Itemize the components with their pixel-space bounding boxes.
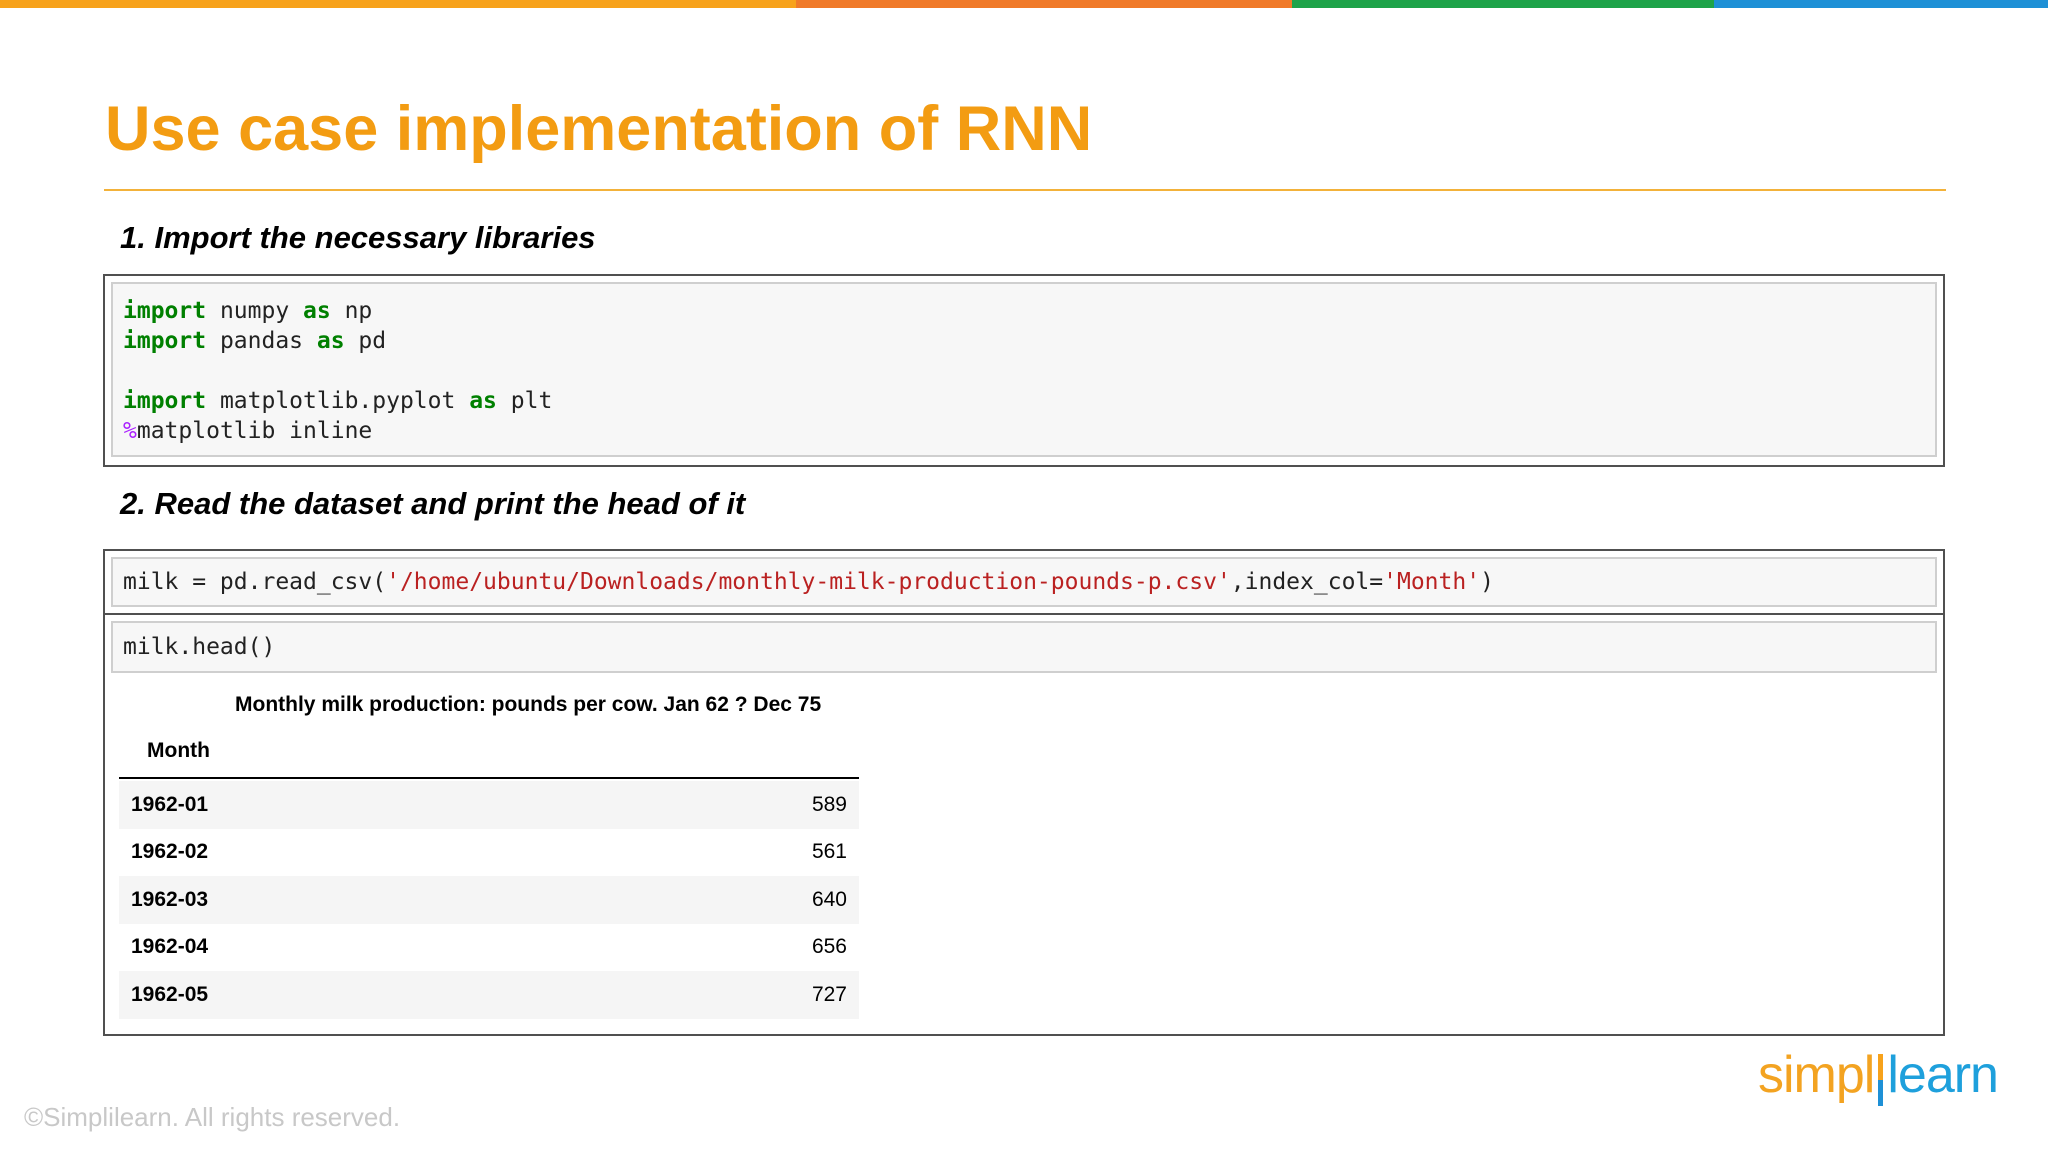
code-text: milk = pd.read_csv( xyxy=(123,569,387,595)
code-line: %matplotlib inline xyxy=(123,416,1925,446)
blank-code-line xyxy=(123,356,1925,386)
color-bar-segment-green xyxy=(1292,0,1714,8)
row-index: 1962-01 xyxy=(131,792,209,816)
import-cell: import numpy as np import pandas as pd i… xyxy=(103,274,1945,467)
row-index: 1962-04 xyxy=(131,935,209,959)
row-value: 727 xyxy=(811,982,847,1006)
string-literal: 'Month' xyxy=(1383,569,1481,595)
color-bar-segment-dark-orange xyxy=(796,0,1292,8)
row-value: 656 xyxy=(811,935,847,959)
row-index: 1962-02 xyxy=(131,840,209,864)
code-text: matplotlib.pyplot xyxy=(206,388,470,414)
import-code-block[interactable]: import numpy as np import pandas as pd i… xyxy=(111,282,1937,457)
logo-bar-top xyxy=(1878,1054,1884,1080)
keyword: import xyxy=(123,388,207,414)
code-line: import numpy as np xyxy=(123,296,1925,326)
read-csv-code-block[interactable]: milk = pd.read_csv('/home/ubuntu/Downloa… xyxy=(111,557,1937,607)
slide-title: Use case implementation of RNN xyxy=(105,94,1093,164)
keyword: as xyxy=(316,328,345,354)
code-text: numpy xyxy=(206,298,304,324)
section-heading-import: 1. Import the necessary libraries xyxy=(120,220,596,255)
dataset-cell: milk = pd.read_csv('/home/ubuntu/Downloa… xyxy=(103,549,1945,1036)
keyword: as xyxy=(469,388,497,414)
dataframe-column-header: Monthly milk production: pounds per cow.… xyxy=(235,693,822,716)
simplilearn-logo: simpl learn xyxy=(1758,1040,1999,1110)
keyword: import xyxy=(123,328,207,354)
magic-symbol: % xyxy=(123,418,137,444)
table-row: 1962-02 561 xyxy=(119,829,859,877)
string-literal: '/home/ubuntu/Downloads/monthly-milk-pro… xyxy=(386,569,1231,595)
row-index: 1962-05 xyxy=(131,982,209,1006)
code-text: matplotlib inline xyxy=(136,418,373,444)
dataframe-header-rule xyxy=(119,777,859,779)
color-bar-segment-blue xyxy=(1714,0,2048,8)
table-row: 1962-04 656 xyxy=(119,924,859,972)
head-code-block[interactable]: milk.head() xyxy=(111,621,1937,673)
row-value: 640 xyxy=(811,887,847,911)
code-line: import pandas as pd xyxy=(123,326,1925,356)
code-text: plt xyxy=(496,388,553,414)
table-row: 1962-01 589 xyxy=(119,781,859,829)
code-text: ) xyxy=(1480,569,1494,595)
top-color-bar xyxy=(0,0,2048,8)
code-text: np xyxy=(330,298,373,324)
row-index: 1962-03 xyxy=(131,887,209,911)
dataframe-index-name: Month xyxy=(147,739,210,762)
title-underline xyxy=(104,189,1946,191)
code-text: ,index_col= xyxy=(1230,569,1384,595)
code-text: pandas xyxy=(206,328,317,354)
code-text: pd xyxy=(344,328,387,354)
logo-text-learn: learn xyxy=(1887,1046,1999,1104)
cell-divider xyxy=(105,613,1943,615)
row-value: 589 xyxy=(811,792,847,816)
keyword: import xyxy=(123,298,207,324)
table-row: 1962-03 640 xyxy=(119,876,859,924)
code-line: import matplotlib.pyplot as plt xyxy=(123,386,1925,416)
section-heading-read-dataset: 2. Read the dataset and print the head o… xyxy=(120,486,746,521)
color-bar-segment-orange xyxy=(0,0,796,8)
row-value: 561 xyxy=(811,840,847,864)
table-row: 1962-05 727 xyxy=(119,971,859,1019)
keyword: as xyxy=(303,298,331,324)
logo-text-simpl: simpl xyxy=(1758,1046,1875,1104)
logo-bar-bottom xyxy=(1878,1080,1884,1106)
copyright-notice: ©Simplilearn. All rights reserved. xyxy=(24,1102,401,1132)
logo-bar-icon xyxy=(1878,1054,1884,1106)
dataframe-rows: 1962-01 589 1962-02 561 1962-03 640 1962-04… xyxy=(119,781,859,1019)
